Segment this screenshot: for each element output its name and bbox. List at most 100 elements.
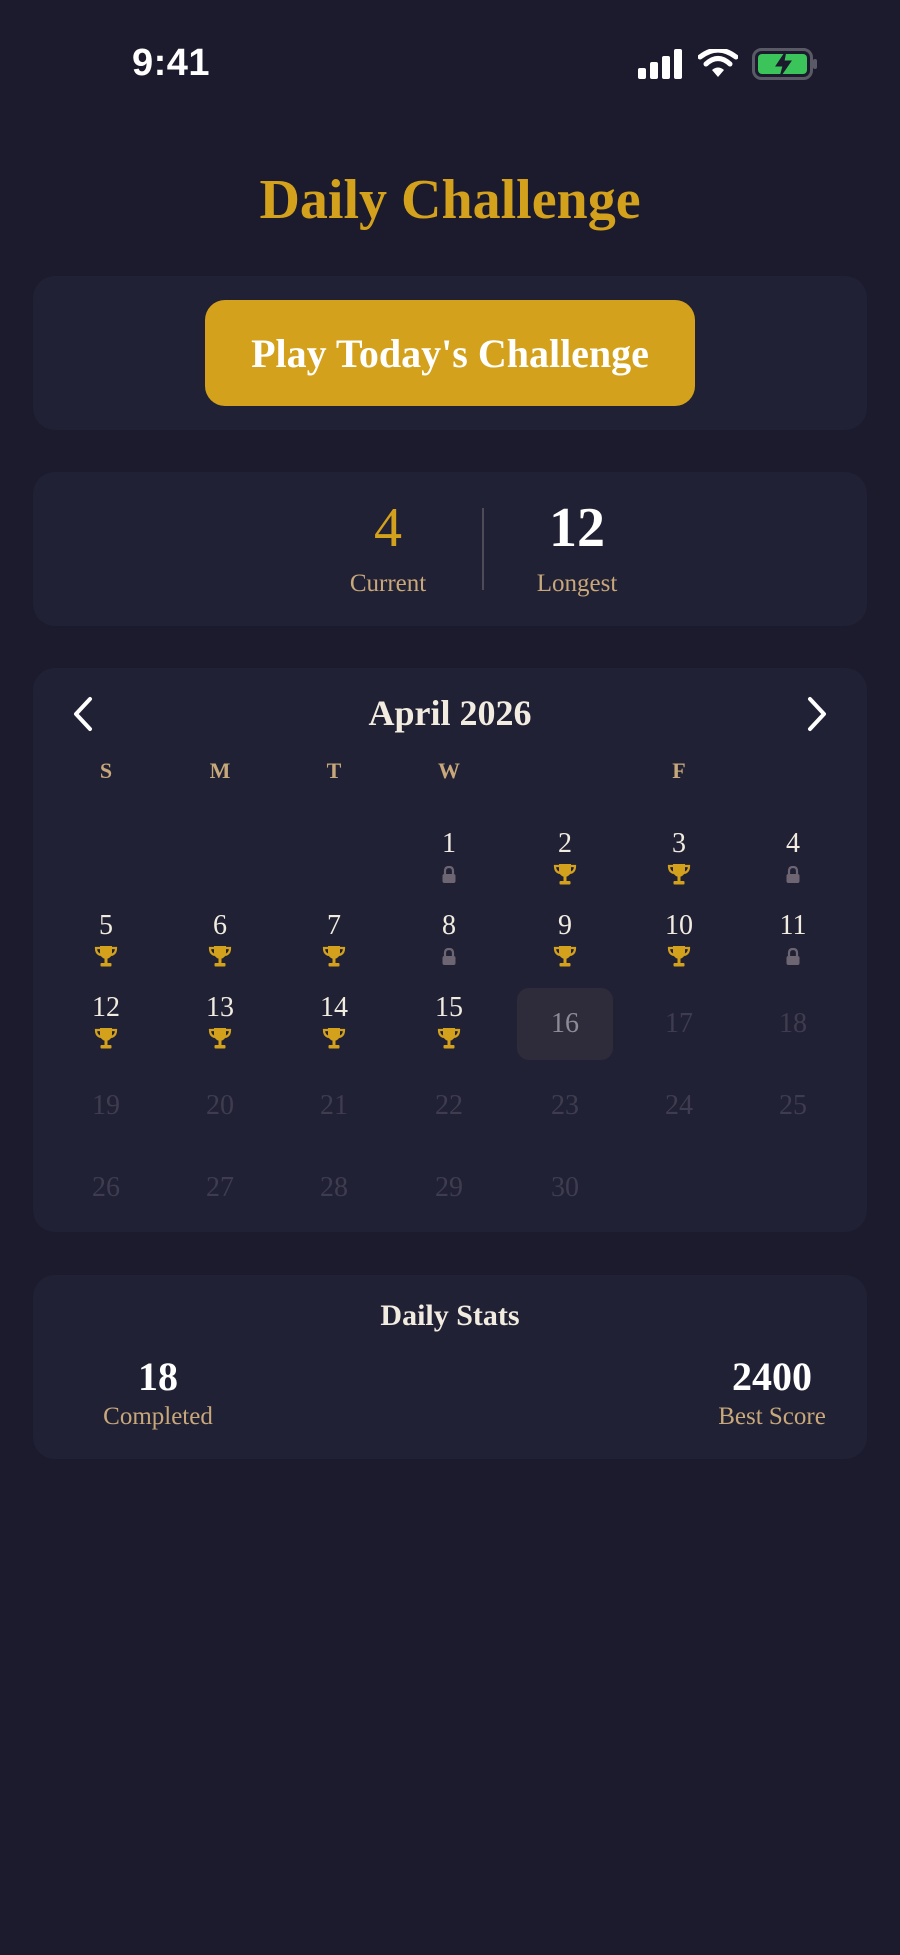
- wifi-icon: [698, 49, 738, 77]
- lock-icon: [401, 947, 497, 971]
- calendar-day[interactable]: 10: [631, 906, 727, 978]
- status-time: 9:41: [132, 42, 211, 84]
- trophy-icon: [172, 944, 268, 973]
- calendar-day[interactable]: 3: [631, 824, 727, 896]
- weekday-label: S: [99, 758, 113, 783]
- completed-label: Completed: [103, 1403, 213, 1430]
- longest-streak-label: Longest: [536, 570, 618, 597]
- calendar-day: 25: [745, 1070, 841, 1142]
- day-number: 7: [327, 910, 341, 941]
- calendar-day: 21: [286, 1070, 382, 1142]
- calendar-day: 28: [286, 1152, 382, 1224]
- calendar-day[interactable]: 13: [172, 988, 268, 1060]
- calendar-day[interactable]: 5: [58, 906, 154, 978]
- calendar-day: 20: [172, 1070, 268, 1142]
- trophy-icon: [517, 944, 613, 973]
- weekday-label: M: [209, 758, 231, 783]
- calendar-day: 27: [172, 1152, 268, 1224]
- best-score-value: 2400: [732, 1354, 812, 1399]
- day-number: 25: [779, 1090, 807, 1121]
- day-number: 4: [786, 828, 800, 859]
- lock-icon: [745, 865, 841, 889]
- day-number: 1: [442, 828, 456, 859]
- day-number: 13: [206, 992, 234, 1023]
- trophy-icon: [286, 944, 382, 973]
- trophy-icon: [172, 1026, 268, 1055]
- day-number: 3: [672, 828, 686, 859]
- day-number: 30: [551, 1172, 579, 1203]
- best-score-label: Best Score: [718, 1403, 826, 1430]
- current-streak-value: 4: [374, 497, 402, 559]
- day-number: 26: [92, 1172, 120, 1203]
- day-number: 12: [92, 992, 120, 1023]
- calendar-card: April 2026 SMTWF 1 2 3 4 5 6 7 8 9 10 11 12 13 14 15 16…: [33, 668, 867, 1232]
- day-number: 11: [779, 910, 807, 941]
- day-number: 19: [92, 1090, 120, 1121]
- day-number: 15: [435, 992, 463, 1023]
- day-number: 29: [435, 1172, 463, 1203]
- longest-streak-value: 12: [549, 497, 605, 559]
- day-number: 18: [779, 1008, 807, 1039]
- day-number: 24: [665, 1090, 693, 1121]
- day-number: 27: [206, 1172, 234, 1203]
- calendar-day[interactable]: 1: [401, 824, 497, 896]
- weekday-label: F: [672, 758, 686, 783]
- calendar-day: 24: [631, 1070, 727, 1142]
- day-number: 22: [435, 1090, 463, 1121]
- calendar-day: 26: [58, 1152, 154, 1224]
- calendar-day: 30: [517, 1152, 613, 1224]
- signal-icon: [638, 49, 682, 79]
- day-number: 6: [213, 910, 227, 941]
- calendar-day[interactable]: 15: [401, 988, 497, 1060]
- calendar-day[interactable]: 12: [58, 988, 154, 1060]
- calendar-day[interactable]: 14: [286, 988, 382, 1060]
- calendar-day[interactable]: 11: [745, 906, 841, 978]
- calendar-day[interactable]: 6: [172, 906, 268, 978]
- battery-charging-icon: [752, 48, 817, 80]
- play-card: Play Today's Challenge: [33, 276, 867, 430]
- current-streak: 4 Current: [288, 496, 488, 598]
- trophy-icon: [58, 944, 154, 973]
- day-number: 28: [320, 1172, 348, 1203]
- calendar-day[interactable]: 7: [286, 906, 382, 978]
- completed-value: 18: [138, 1354, 178, 1399]
- status-icons: [638, 48, 818, 80]
- day-number: 5: [99, 910, 113, 941]
- day-number: 2: [558, 828, 572, 859]
- trophy-icon: [631, 862, 727, 891]
- weekday-label: W: [438, 758, 460, 783]
- month-title: April 2026: [368, 693, 532, 733]
- day-number: 21: [320, 1090, 348, 1121]
- best-score-stat: 2400 Best Score: [707, 1353, 837, 1431]
- calendar-day: 29: [401, 1152, 497, 1224]
- trophy-icon: [401, 1026, 497, 1055]
- status-bar: 9:41: [0, 0, 900, 130]
- calendar-day: 19: [58, 1070, 154, 1142]
- next-month-button[interactable]: [797, 692, 837, 736]
- calendar-day[interactable]: 2: [517, 824, 613, 896]
- completed-stat: 18 Completed: [63, 1353, 253, 1431]
- calendar-day-today[interactable]: 16: [517, 988, 613, 1060]
- day-number: 10: [665, 910, 693, 941]
- lock-icon: [401, 865, 497, 889]
- day-number: 23: [551, 1090, 579, 1121]
- current-streak-label: Current: [349, 570, 427, 597]
- trophy-icon: [286, 1026, 382, 1055]
- day-number: 8: [442, 910, 456, 941]
- calendar-day[interactable]: 8: [401, 906, 497, 978]
- calendar-day: 18: [745, 988, 841, 1060]
- calendar-day[interactable]: 9: [517, 906, 613, 978]
- day-number: 17: [665, 1008, 693, 1039]
- daily-stats-title: Daily Stats: [380, 1299, 520, 1332]
- trophy-icon: [58, 1026, 154, 1055]
- lock-icon: [745, 947, 841, 971]
- day-number: 9: [558, 910, 572, 941]
- longest-streak: 12 Longest: [477, 496, 677, 598]
- calendar-day[interactable]: 4: [745, 824, 841, 896]
- trophy-icon: [517, 862, 613, 891]
- day-number: 20: [206, 1090, 234, 1121]
- calendar-day: 23: [517, 1070, 613, 1142]
- day-number: 14: [320, 992, 348, 1023]
- trophy-icon: [631, 944, 727, 973]
- play-todays-challenge-button[interactable]: Play Today's Challenge: [205, 300, 695, 406]
